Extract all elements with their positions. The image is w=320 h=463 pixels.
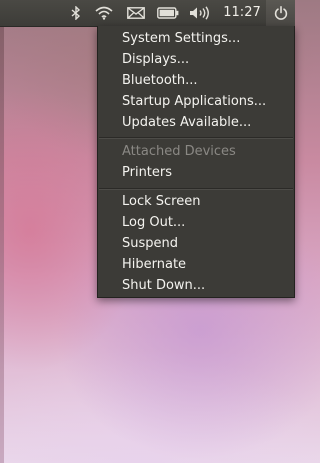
menu-separator xyxy=(99,137,293,139)
power-menu-button[interactable] xyxy=(266,0,295,26)
menu-item-lock-screen[interactable]: Lock Screen xyxy=(122,192,200,212)
desktop-wallpaper xyxy=(0,0,4,463)
battery-icon[interactable] xyxy=(155,0,181,26)
menu-item-printers[interactable]: Printers xyxy=(122,163,172,183)
session-menu: System Settings... Displays... Bluetooth… xyxy=(97,26,295,298)
menu-item-startup-applications[interactable]: Startup Applications... xyxy=(122,92,266,112)
menu-item-shut-down[interactable]: Shut Down... xyxy=(122,276,205,296)
clock-label[interactable]: 11:27 xyxy=(222,0,262,26)
menu-item-system-settings[interactable]: System Settings... xyxy=(122,29,240,49)
menu-item-displays[interactable]: Displays... xyxy=(122,50,189,70)
volume-icon[interactable] xyxy=(187,0,213,26)
top-panel: 11:27 xyxy=(0,0,295,27)
bluetooth-icon[interactable] xyxy=(66,0,86,26)
menu-item-updates-available[interactable]: Updates Available... xyxy=(122,113,251,133)
wifi-icon[interactable] xyxy=(92,0,116,26)
menu-separator xyxy=(99,188,293,190)
mail-icon[interactable] xyxy=(124,0,148,26)
menu-item-bluetooth[interactable]: Bluetooth... xyxy=(122,71,198,91)
menu-item-suspend[interactable]: Suspend xyxy=(122,234,178,254)
menu-item-log-out[interactable]: Log Out... xyxy=(122,213,185,233)
menu-item-attached-devices: Attached Devices xyxy=(122,144,236,159)
power-icon xyxy=(266,0,295,26)
menu-item-hibernate[interactable]: Hibernate xyxy=(122,255,186,275)
